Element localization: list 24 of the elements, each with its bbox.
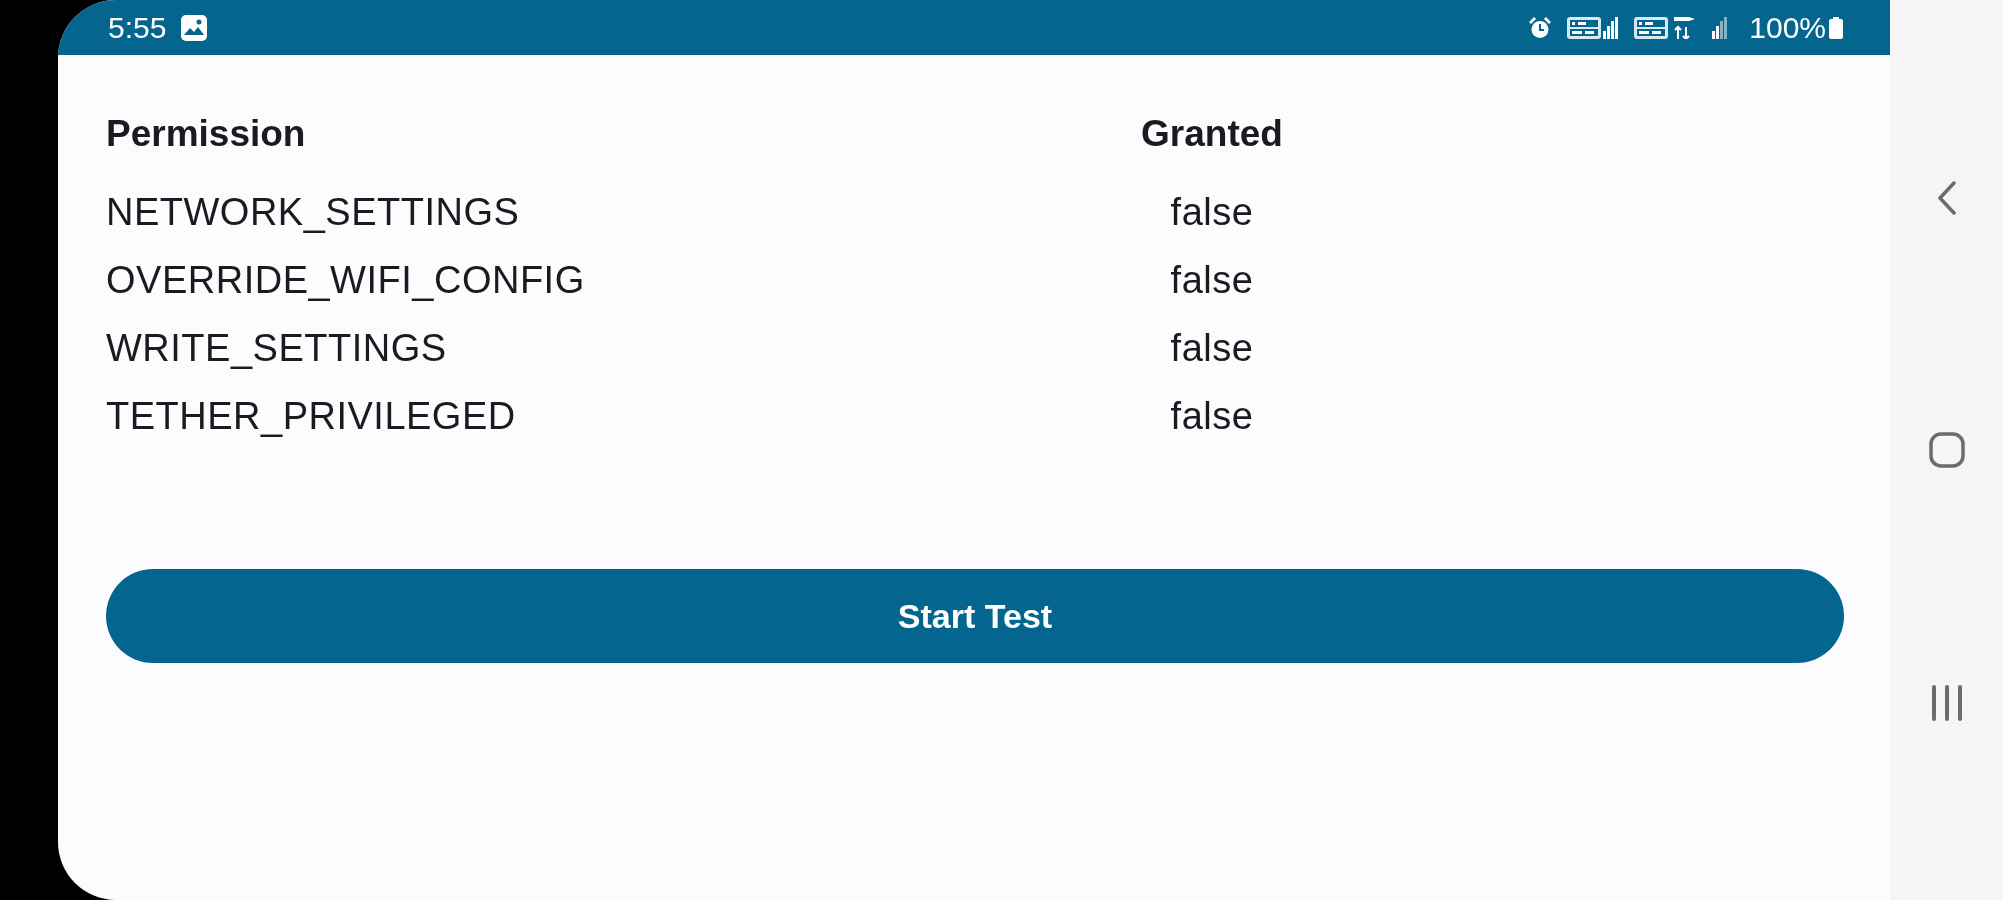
image-icon	[181, 14, 208, 41]
battery-icon	[1829, 16, 1843, 39]
back-icon[interactable]	[1936, 181, 1957, 215]
table-cell: false	[1170, 258, 1254, 302]
data-arrows-icon	[1672, 16, 1696, 39]
table-cell: TETHER_PRIVILEGED	[106, 394, 516, 438]
table-cell: OVERRIDE_WIFI_CONFIG	[106, 258, 585, 302]
column-header: Permission	[106, 112, 306, 156]
start-test-button[interactable]: Start Test	[106, 569, 1844, 663]
table-cell: NETWORK_SETTINGS	[106, 190, 520, 234]
table-cell: false	[1170, 326, 1254, 370]
signal-bars-icon	[1712, 16, 1728, 39]
column-header: Granted	[1141, 112, 1283, 156]
table-cell: WRITE_SETTINGS	[106, 326, 447, 370]
recents-icon[interactable]	[1930, 685, 1963, 721]
network-indicator-icon	[1634, 16, 1669, 39]
alarm-icon	[1529, 16, 1552, 39]
battery-percentage: 100%	[1749, 10, 1826, 45]
table-cell: false	[1170, 190, 1254, 234]
signal-bars-icon	[1603, 16, 1619, 39]
network-indicator-icon	[1567, 16, 1602, 39]
table-cell: false	[1170, 394, 1254, 438]
status-time: 5:55	[108, 10, 167, 45]
home-icon[interactable]	[1928, 432, 1965, 468]
